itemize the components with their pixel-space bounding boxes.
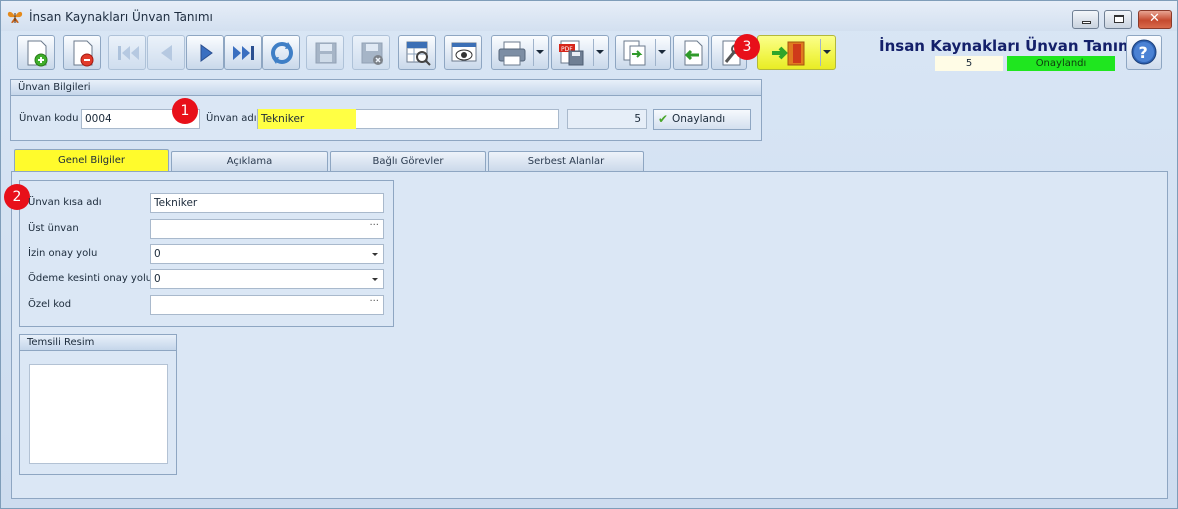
main-window: İnsan Kaynakları Ünvan Tanımı ✕ PDF 3 İn… bbox=[0, 0, 1178, 509]
import-icon bbox=[684, 40, 703, 66]
leave-approval-select[interactable]: 0 bbox=[150, 244, 384, 264]
chevron-down-icon bbox=[596, 50, 604, 54]
payment-approval-value: 0 bbox=[154, 273, 161, 285]
copy-icon bbox=[623, 40, 646, 66]
image-group-title: Temsili Resim bbox=[20, 335, 176, 351]
grid-search-icon bbox=[406, 41, 431, 66]
next-icon bbox=[200, 44, 213, 62]
new-record-button[interactable] bbox=[17, 35, 55, 70]
tab-genel-bilgiler[interactable]: Genel Bilgiler bbox=[14, 149, 169, 171]
parent-title-label: Üst ünvan bbox=[28, 223, 79, 234]
new-document-icon bbox=[27, 40, 48, 67]
printer-icon bbox=[498, 41, 526, 66]
page-title: İnsan Kaynakları Ünvan Tanımı bbox=[879, 37, 1139, 55]
previous-record-button[interactable] bbox=[147, 35, 185, 70]
short-name-label: Ünvan kısa adı bbox=[28, 197, 102, 208]
print-button[interactable] bbox=[491, 35, 549, 70]
last-icon bbox=[233, 46, 254, 60]
parent-title-field[interactable]: ··· bbox=[150, 219, 384, 239]
next-record-button[interactable] bbox=[186, 35, 224, 70]
copy-button[interactable] bbox=[615, 35, 671, 70]
chevron-down-icon bbox=[658, 50, 666, 54]
ellipsis-icon[interactable]: ··· bbox=[369, 217, 379, 235]
exit-button[interactable] bbox=[757, 35, 836, 70]
chevron-down-icon bbox=[823, 50, 831, 54]
first-icon bbox=[118, 46, 139, 60]
save-button[interactable] bbox=[306, 35, 344, 70]
tab-serbest-alanlar[interactable]: Serbest Alanlar bbox=[488, 151, 644, 171]
import-button[interactable] bbox=[673, 35, 709, 70]
close-button[interactable]: ✕ bbox=[1138, 10, 1172, 29]
tab-aciklama[interactable]: Açıklama bbox=[171, 151, 328, 171]
cancel-changes-button[interactable] bbox=[352, 35, 390, 70]
representative-image[interactable] bbox=[29, 364, 168, 464]
preview-button[interactable] bbox=[444, 35, 482, 70]
previous-icon bbox=[161, 45, 172, 61]
minimize-icon bbox=[1082, 21, 1091, 24]
list-view-button[interactable] bbox=[398, 35, 436, 70]
pdf-icon: PDF bbox=[559, 40, 584, 66]
chevron-down-icon bbox=[536, 50, 544, 54]
group-title: Ünvan Bilgileri bbox=[11, 80, 761, 96]
record-number-field: 5 bbox=[567, 109, 647, 129]
window-title: İnsan Kaynakları Ünvan Tanımı bbox=[29, 10, 213, 24]
leave-approval-label: İzin onay yolu bbox=[28, 248, 98, 259]
annotation-badge-3: 3 bbox=[734, 34, 760, 60]
svg-text:?: ? bbox=[1139, 43, 1148, 62]
close-icon: ✕ bbox=[1149, 11, 1160, 26]
ellipsis-icon[interactable]: ··· bbox=[369, 293, 379, 311]
chevron-down-icon bbox=[372, 278, 378, 281]
payment-approval-select[interactable]: 0 bbox=[150, 269, 384, 289]
leave-approval-value: 0 bbox=[154, 248, 161, 260]
butterfly-icon bbox=[7, 11, 23, 23]
name-value: Tekniker bbox=[261, 113, 305, 125]
title-bar: İnsan Kaynakları Ünvan Tanımı ✕ bbox=[1, 1, 1177, 31]
maximize-button[interactable] bbox=[1104, 10, 1132, 29]
tab-bagli-gorevler[interactable]: Bağlı Görevler bbox=[330, 151, 486, 171]
approve-button[interactable]: ✔ Onaylandı bbox=[653, 109, 751, 130]
name-field[interactable]: Tekniker bbox=[257, 109, 559, 129]
delete-document-icon bbox=[73, 40, 94, 67]
maximize-icon bbox=[1114, 15, 1124, 23]
minimize-button[interactable] bbox=[1072, 10, 1099, 29]
last-record-button[interactable] bbox=[224, 35, 262, 70]
header-record-number: 5 bbox=[935, 56, 1003, 71]
payment-approval-label: Ödeme kesinti onay yolu bbox=[28, 273, 153, 284]
help-button[interactable]: ? bbox=[1126, 35, 1162, 70]
delete-record-button[interactable] bbox=[63, 35, 101, 70]
check-icon: ✔ bbox=[658, 112, 669, 126]
help-icon: ? bbox=[1131, 39, 1157, 65]
special-code-label: Özel kod bbox=[28, 299, 72, 310]
first-record-button[interactable] bbox=[108, 35, 146, 70]
approve-label: Onaylandı bbox=[672, 113, 726, 125]
save-cancel-icon bbox=[361, 42, 383, 65]
annotation-badge-1: 1 bbox=[172, 98, 198, 124]
refresh-icon bbox=[271, 42, 293, 64]
export-pdf-button[interactable]: PDF bbox=[551, 35, 609, 70]
special-code-field[interactable]: ··· bbox=[150, 295, 384, 315]
code-label: Ünvan kodu bbox=[19, 113, 79, 124]
name-label: Ünvan adı bbox=[206, 113, 257, 124]
door-exit-icon bbox=[772, 41, 805, 66]
status-badge: Onaylandı bbox=[1007, 56, 1115, 71]
refresh-button[interactable] bbox=[262, 35, 300, 70]
chevron-down-icon bbox=[372, 253, 378, 256]
save-icon bbox=[315, 42, 337, 64]
annotation-badge-2: 2 bbox=[4, 184, 30, 210]
eye-icon bbox=[451, 42, 477, 62]
short-name-field[interactable]: Tekniker bbox=[150, 193, 384, 213]
